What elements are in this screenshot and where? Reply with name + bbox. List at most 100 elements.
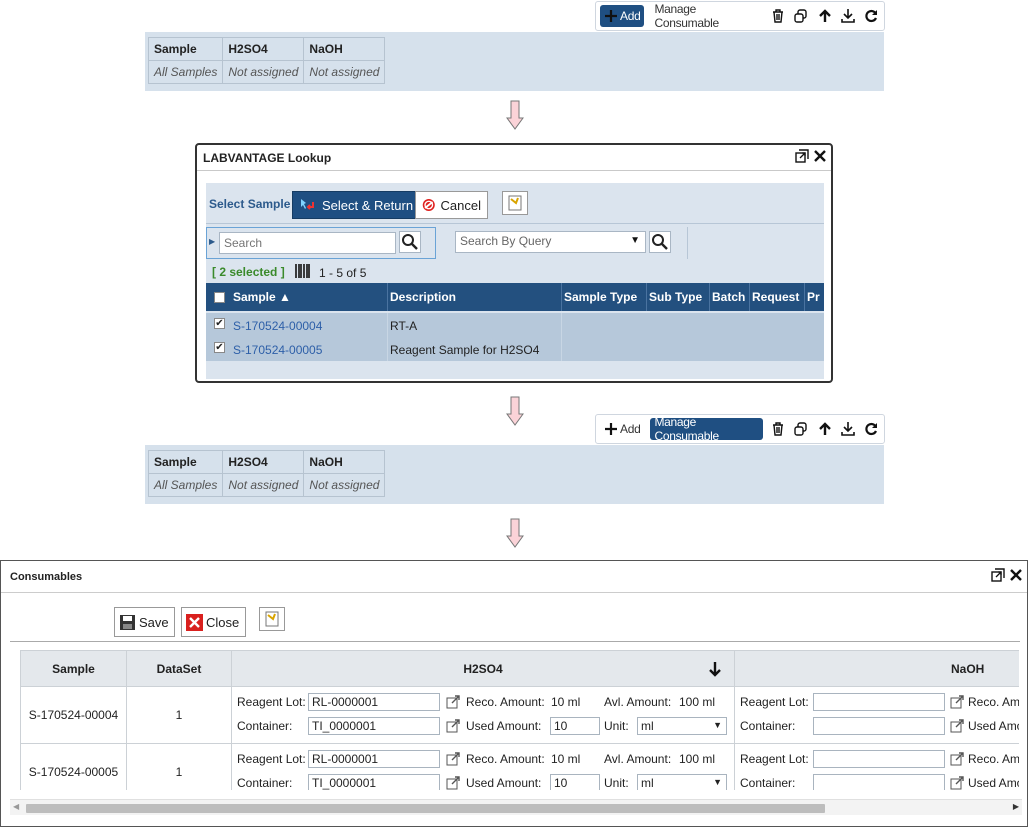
add-button[interactable]: Add [600,5,645,27]
reagent-lot-field[interactable]: RL-0000001 [308,750,440,768]
download-icon[interactable] [839,7,856,25]
add-label: Add [620,9,641,23]
container-field[interactable]: TI_0000001 [308,717,440,735]
assignment-table-bottom: Sample H2SO4 NaOH All Samples Not assign… [147,450,386,497]
naoh-container-field[interactable] [813,774,945,790]
col-naoh: NaOH [303,450,386,474]
open-lookup-icon[interactable] [950,752,964,766]
expand-caret-icon[interactable]: ▶ [209,237,215,246]
cell-h2so4-status[interactable]: Not assigned [222,473,305,497]
download-icon[interactable] [839,420,856,438]
reagent-lot-field[interactable]: RL-0000001 [308,693,440,711]
flow-arrow-icon [506,100,524,130]
naoh-reagent-lot-field[interactable] [813,750,945,768]
maximize-icon[interactable] [795,149,809,163]
sample-link[interactable]: S-170524-00005 [233,343,322,357]
search-input[interactable] [219,232,396,254]
scroll-left-icon[interactable]: ◀ [13,802,19,811]
maximize-icon[interactable] [991,568,1005,582]
naoh-container-label: Container: [740,719,796,733]
col-pr-header[interactable]: Pr [807,290,820,304]
open-lookup-icon[interactable] [446,695,460,709]
close-icon[interactable] [1009,568,1023,582]
flow-arrow-icon [506,396,524,426]
save-button[interactable]: Save [114,607,175,637]
col-batch-header[interactable]: Batch [712,290,745,304]
avl-amount-label: Avl. Amount: [604,752,672,766]
copy-icon[interactable] [793,420,810,438]
cancel-button[interactable]: Cancel [415,191,488,219]
unit-select[interactable]: ml ▼ [637,717,727,735]
naoh-container-field[interactable] [813,717,945,735]
reco-amount-value: 10 ml [551,752,581,766]
select-all-checkbox[interactable] [214,292,225,303]
row-checkbox[interactable]: ✔ [214,342,225,353]
paging-text: 1 - 5 of 5 [319,266,367,280]
used-amount-label: Used Amount: [466,776,542,790]
col-sample: Sample [147,37,224,61]
lookup-title: LABVANTAGE Lookup [197,145,831,171]
cell-h2so4-status[interactable]: Not assigned [222,60,305,84]
row-checkbox[interactable]: ✔ [214,318,225,329]
close-button[interactable]: Close [181,607,246,637]
open-lookup-icon[interactable] [950,695,964,709]
scroll-right-icon[interactable]: ▶ [1013,802,1019,811]
cell-naoh-status[interactable]: Not assigned [303,60,386,84]
row-description: RT-A [390,319,418,333]
unit-select[interactable]: ml ▼ [637,774,727,790]
reagent-lot-label: Reagent Lot: [237,752,306,766]
col-description-header[interactable]: Description [390,290,456,304]
container-field[interactable]: TI_0000001 [308,774,440,790]
select-return-button[interactable]: Select & Return [292,191,421,219]
search-icon[interactable] [399,231,421,253]
manage-consumable-button[interactable]: Manage Consumable [650,415,764,443]
flow-arrow-icon [506,518,524,548]
col-sub-type-header[interactable]: Sub Type [649,290,702,304]
naoh-container-label: Container: [740,776,796,790]
refresh-icon[interactable] [863,420,880,438]
open-lookup-icon[interactable] [950,776,964,790]
col-request-header[interactable]: Request [752,290,799,304]
arrow-down-icon[interactable] [708,661,722,677]
col-sample-type-header[interactable]: Sample Type [564,290,637,304]
assignment-table-top: Sample H2SO4 NaOH All Samples Not assign… [147,37,386,84]
reco-amount-label: Reco. Amount: [466,695,545,709]
add-button[interactable]: Add [600,418,644,440]
col-sample: Sample [147,450,224,474]
col-sample-header[interactable]: Sample ▲ [233,290,291,304]
used-amount-field[interactable]: 10 [550,774,600,790]
close-x-icon [186,613,203,631]
manage-consumable-button[interactable]: Manage Consumable [650,2,763,30]
row-dataset: 1 [126,686,232,744]
arrow-up-icon[interactable] [816,7,833,25]
trash-icon[interactable] [769,7,786,25]
open-lookup-icon[interactable] [446,776,460,790]
col-sample-header: Sample [20,650,127,687]
unit-label: Unit: [604,776,629,790]
table-row[interactable]: ✔ S-170524-00004 RT-A [206,313,824,337]
close-icon[interactable] [813,149,827,163]
search-by-query-select[interactable]: Search By Query ▼ [455,231,646,253]
naoh-reagent-lot-field[interactable] [813,693,945,711]
copy-icon[interactable] [793,7,810,25]
open-lookup-icon[interactable] [446,752,460,766]
table-row[interactable]: ✔ S-170524-00005 Reagent Sample for H2SO… [206,337,824,361]
scrollbar-thumb[interactable] [26,804,825,813]
trash-icon[interactable] [769,420,786,438]
open-lookup-icon[interactable] [446,719,460,733]
horizontal-scrollbar[interactable]: ◀ ▶ [10,799,1022,815]
open-lookup-icon[interactable] [950,719,964,733]
refresh-icon[interactable] [863,7,880,25]
notes-icon[interactable] [259,607,285,631]
barcode-icon[interactable] [294,263,312,279]
unit-label: Unit: [604,719,629,733]
arrow-up-icon[interactable] [816,420,833,438]
query-search-icon[interactable] [649,231,671,253]
cell-naoh-status[interactable]: Not assigned [303,473,386,497]
naoh-reco-amount-label: Reco. Amo [968,695,1019,709]
toolbar-bottom: Add Manage Consumable [595,414,885,444]
notes-icon[interactable] [502,191,528,215]
sample-link[interactable]: S-170524-00004 [233,319,322,333]
used-amount-field[interactable]: 10 [550,717,600,735]
search-area: ▶ [206,227,436,259]
